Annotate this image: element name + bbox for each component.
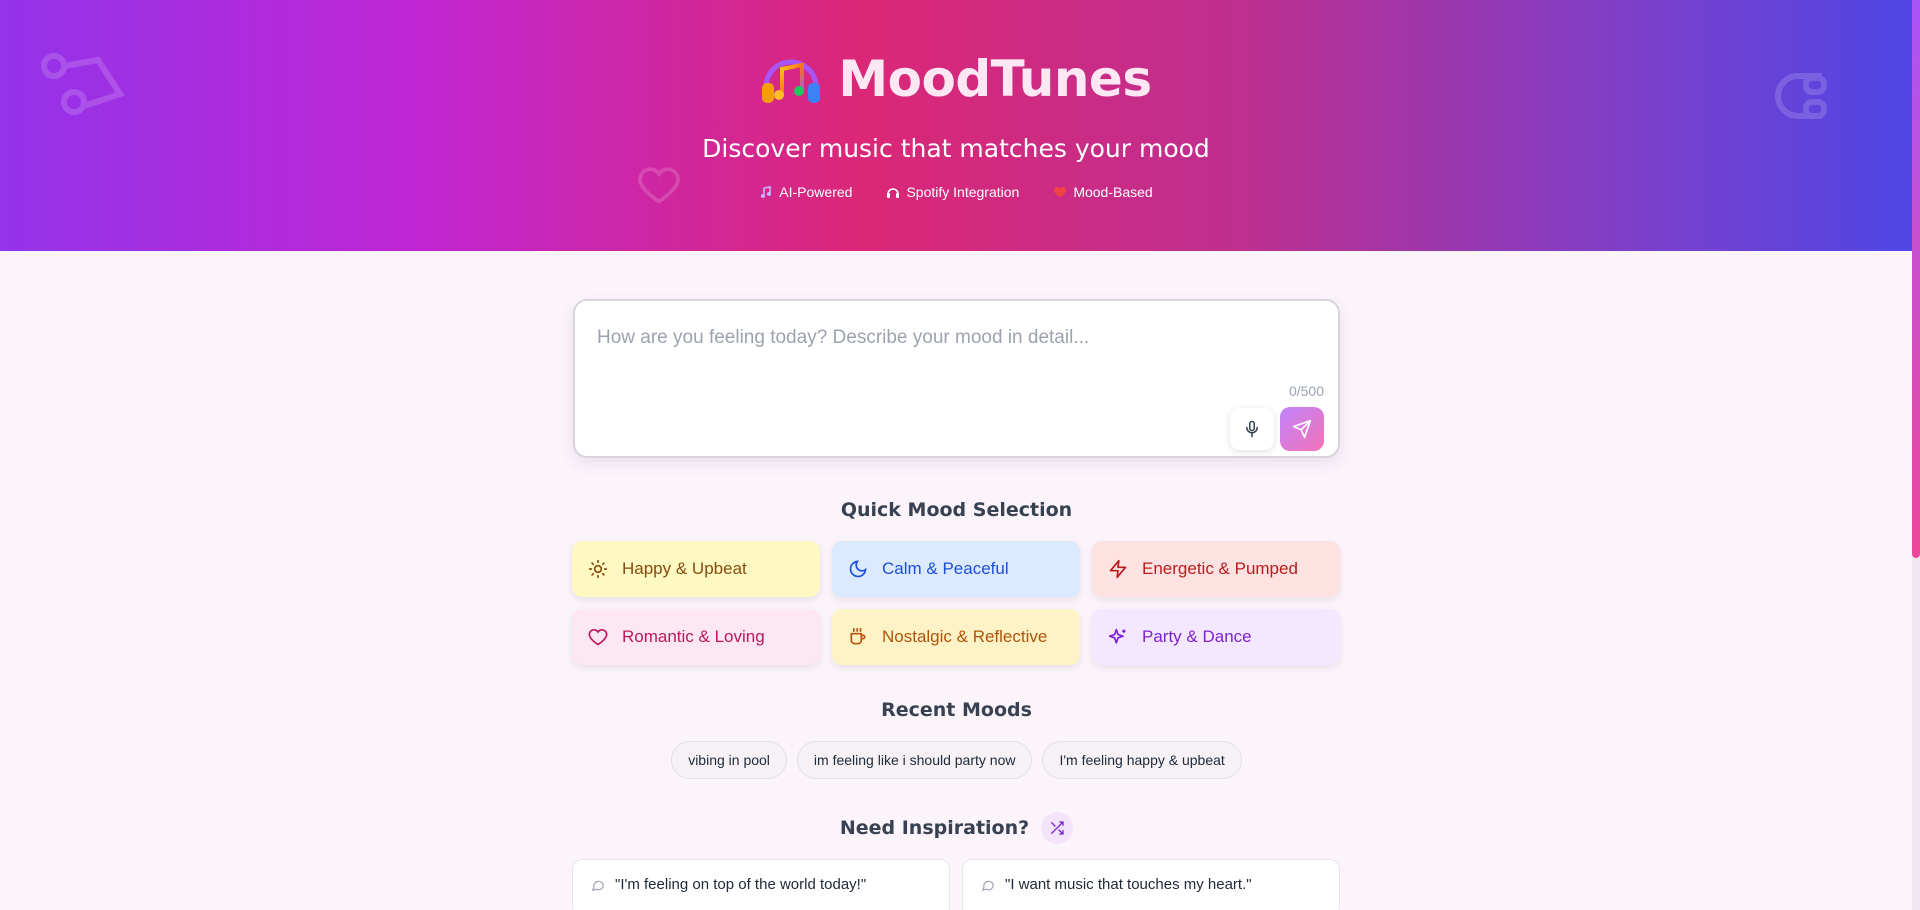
mood-party-dance-button[interactable]: Party & Dance <box>1092 609 1340 665</box>
app-title: MoodTunes <box>838 50 1152 108</box>
feature-spotify-integration: Spotify Integration <box>886 184 1019 200</box>
feature-list: AI-Powered Spotify Integration Mood-Base… <box>0 184 1912 200</box>
submit-mood-button[interactable] <box>1280 407 1324 451</box>
mood-input-card: 0/500 <box>573 299 1340 458</box>
mood-energetic-pumped-button[interactable]: Energetic & Pumped <box>1092 541 1340 597</box>
mood-label: Energetic & Pumped <box>1142 559 1298 578</box>
voice-input-button[interactable] <box>1230 408 1274 450</box>
brand: MoodTunes <box>0 50 1912 108</box>
moon-icon <box>849 560 867 578</box>
heart-icon <box>1054 186 1067 198</box>
speech-bubble-icon <box>981 880 994 892</box>
lightning-icon <box>1109 559 1127 579</box>
recent-moods-list: vibing in pool im feeling like i should … <box>573 741 1340 779</box>
recent-mood-chip[interactable]: I'm feeling happy & upbeat <box>1042 741 1242 779</box>
sparkles-icon <box>1108 628 1126 644</box>
mood-label: Party & Dance <box>1142 627 1252 646</box>
microphone-icon <box>1246 420 1258 438</box>
recent-mood-chip[interactable]: vibing in pool <box>671 741 787 779</box>
inspiration-title: Need Inspiration? <box>839 817 1030 839</box>
scrollbar-thumb[interactable] <box>1912 0 1920 558</box>
quick-mood-grid: Happy & Upbeat Calm & Peaceful Energetic… <box>572 541 1340 665</box>
inspiration-cards: "I'm feeling on top of the world today!"… <box>572 859 1340 910</box>
mood-label: Romantic & Loving <box>622 627 765 646</box>
coffee-cup-icon <box>850 627 866 645</box>
mood-calm-peaceful-button[interactable]: Calm & Peaceful <box>832 541 1080 597</box>
inspiration-text: "I want music that touches my heart." <box>1005 876 1252 893</box>
send-icon <box>1292 419 1312 439</box>
sun-icon <box>588 559 608 579</box>
quick-mood-title: Quick Mood Selection <box>840 499 1073 521</box>
inspiration-text: "I'm feeling on top of the world today!" <box>615 876 867 893</box>
feature-ai-powered: AI-Powered <box>759 184 852 200</box>
character-counter: 0/500 <box>1288 383 1324 399</box>
headphones-music-logo-icon <box>762 59 821 103</box>
headphones-icon <box>887 188 900 198</box>
mood-romantic-loving-button[interactable]: Romantic & Loving <box>572 609 820 665</box>
mood-label: Calm & Peaceful <box>882 559 1009 578</box>
speech-bubble-icon <box>591 880 604 892</box>
mood-label: Nostalgic & Reflective <box>882 627 1048 646</box>
recent-moods-title: Recent Moods <box>881 699 1032 721</box>
feature-label: Spotify Integration <box>906 184 1020 200</box>
app-subtitle: Discover music that matches your mood <box>702 134 1210 163</box>
hero-header: MoodTunes Discover music that matches yo… <box>0 0 1912 251</box>
page-scrollbar[interactable] <box>1912 0 1920 910</box>
shuffle-icon <box>1051 821 1064 835</box>
heart-icon <box>588 628 608 646</box>
music-note-icon <box>761 186 772 198</box>
mood-happy-upbeat-button[interactable]: Happy & Upbeat <box>572 541 820 597</box>
inspiration-card[interactable]: "I want music that touches my heart." <box>962 859 1340 910</box>
inspiration-card[interactable]: "I'm feeling on top of the world today!" <box>572 859 950 910</box>
feature-label: Mood-Based <box>1073 184 1153 200</box>
feature-label: AI-Powered <box>779 184 853 200</box>
recent-mood-chip[interactable]: im feeling like i should party now <box>796 741 1033 779</box>
mood-label: Happy & Upbeat <box>622 559 747 578</box>
inspiration-header: Need Inspiration? <box>573 812 1340 844</box>
mood-textarea[interactable] <box>597 327 1297 407</box>
feature-mood-based: Mood-Based <box>1053 184 1153 200</box>
shuffle-inspiration-button[interactable] <box>1041 812 1074 844</box>
mood-nostalgic-reflective-button[interactable]: Nostalgic & Reflective <box>832 609 1080 665</box>
